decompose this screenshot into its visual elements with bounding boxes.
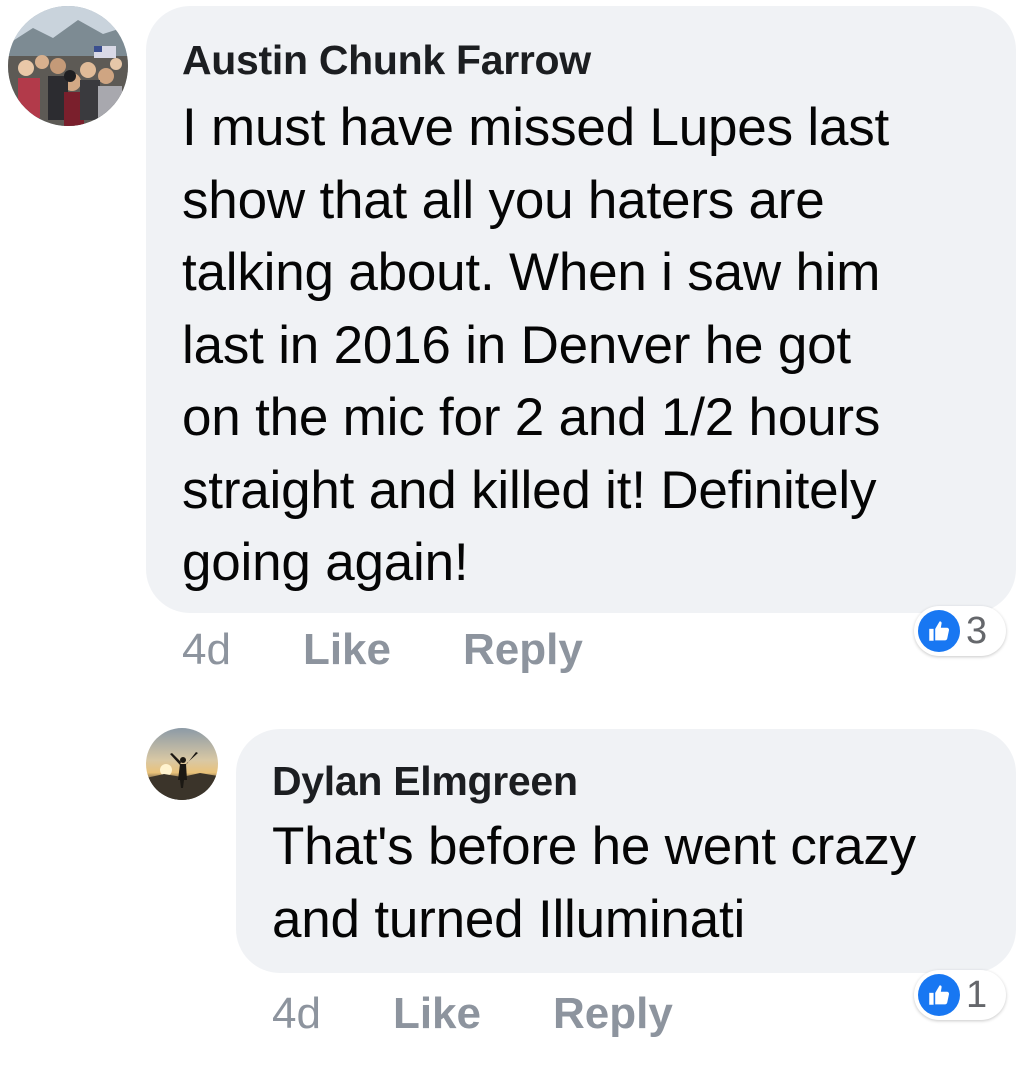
sunset-silhouette-avatar-image [146,728,218,800]
comment-author-name[interactable]: Dylan Elmgreen [272,755,980,807]
comment-timestamp[interactable]: 4d [272,986,321,1042]
comment-author-name[interactable]: Austin Chunk Farrow [182,34,980,86]
comment-text: I must have missed Lupes last show that … [182,98,890,592]
avatar-austin[interactable] [8,6,128,126]
comment-timestamp[interactable]: 4d [182,622,231,678]
reply-bubble: Dylan Elmgreen That's before he went cra… [236,729,1016,973]
thumbs-up-icon [918,974,960,1016]
reply-button[interactable]: Reply [463,622,583,678]
comment-text: That's before he went crazy and turned I… [272,817,916,949]
like-button[interactable]: Like [303,622,391,678]
reaction-summary[interactable]: 1 [914,970,1006,1020]
comment-actions: 4d Like Reply [182,622,583,678]
avatar-dylan[interactable] [146,728,218,800]
reply-button[interactable]: Reply [553,986,673,1042]
comment-actions: 4d Like Reply [272,986,673,1042]
reaction-count: 3 [966,610,988,652]
group-photo-avatar-image [8,6,128,126]
reaction-count: 1 [966,974,988,1016]
comment-bubble: Austin Chunk Farrow I must have missed L… [146,6,1016,613]
thumbs-up-icon [918,610,960,652]
like-button[interactable]: Like [393,986,481,1042]
reaction-summary[interactable]: 3 [914,606,1006,656]
